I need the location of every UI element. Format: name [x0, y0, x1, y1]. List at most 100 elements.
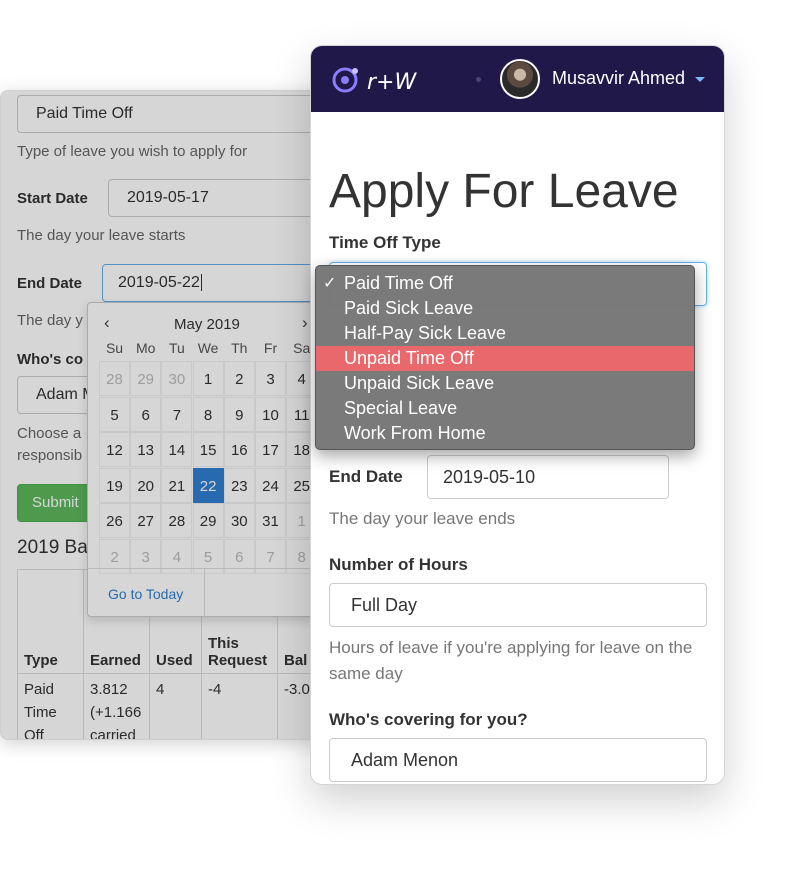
- dropdown-option[interactable]: ✓ Paid Time Off: [316, 271, 694, 296]
- table-header: Type: [17, 569, 84, 674]
- calendar-day[interactable]: 26: [99, 503, 130, 538]
- calendar-weekday: Fr: [263, 340, 278, 356]
- calendar-day[interactable]: 14: [161, 432, 193, 467]
- calendar-day[interactable]: 5: [99, 396, 130, 432]
- calendar-month-title: May 2019: [174, 316, 240, 333]
- calendar-day[interactable]: 31: [255, 503, 286, 538]
- top-navbar: r+W Musavvir Ahmed: [311, 46, 724, 112]
- calendar-day[interactable]: 28: [99, 361, 130, 396]
- calendar-weekday: Tu: [168, 340, 185, 356]
- calendar-day[interactable]: 1: [192, 361, 224, 396]
- dropdown-option[interactable]: Special Leave: [316, 396, 694, 421]
- calendar-day[interactable]: 23: [223, 467, 255, 503]
- footer-divider: [204, 569, 205, 619]
- calendar-day[interactable]: 2: [223, 361, 255, 396]
- logo-core: [341, 76, 349, 84]
- submit-button[interactable]: Submit: [17, 484, 92, 522]
- calendar-header: ‹ May 2019 ›: [88, 313, 326, 337]
- back-end-date-label: End Date: [17, 275, 83, 292]
- calendar-day[interactable]: 21: [161, 467, 193, 503]
- calendar-day[interactable]: 28: [161, 503, 193, 538]
- background-leave-form-window: Paid Time Off Type of leave you wish to …: [0, 90, 340, 740]
- logo-orbit-dot: [352, 68, 358, 74]
- back-covering-label: Who's co: [17, 351, 84, 368]
- calendar-day[interactable]: 24: [255, 467, 286, 503]
- logo-wordmark: r+W: [367, 70, 417, 95]
- calendar-day[interactable]: 8: [192, 396, 224, 432]
- date-picker-calendar: ‹ May 2019 › Su Mo Tu We Th Fr Sa 28 29 30 1 2 3 4 5 6 7…: [87, 302, 327, 619]
- dropdown-option-label: Work From Home: [344, 423, 486, 443]
- dropdown-option[interactable]: Unpaid Sick Leave: [316, 371, 694, 396]
- calendar-day[interactable]: 6: [130, 396, 162, 432]
- calendar-day[interactable]: 16: [223, 432, 255, 467]
- dropdown-option-label: Paid Time Off: [344, 273, 453, 293]
- caret-down-icon[interactable]: [695, 77, 705, 82]
- nav-separator-dot: [476, 77, 481, 82]
- text-cursor: [200, 274, 202, 291]
- calendar-day[interactable]: 3: [255, 361, 286, 396]
- calendar-day[interactable]: 19: [99, 467, 130, 503]
- calendar-footer: Go to Today: [88, 568, 326, 619]
- calendar-day[interactable]: 13: [130, 432, 162, 467]
- back-end-date-input[interactable]: 2019-05-22: [102, 264, 338, 302]
- dropdown-option[interactable]: Work From Home: [316, 421, 694, 446]
- covering-input[interactable]: Adam Menon: [329, 738, 707, 782]
- back-start-date-help: The day your leave starts: [17, 227, 186, 244]
- number-of-hours-help: Hours of leave if you're applying for le…: [329, 638, 693, 683]
- checkmark-icon: ✓: [323, 275, 337, 292]
- dropdown-option[interactable]: Half-Pay Sick Leave: [316, 321, 694, 346]
- time-off-type-dropdown-menu: ✓ Paid Time Off Paid Sick Leave Half-Pay Si…: [315, 265, 695, 450]
- back-covering-help-line2: responsib: [17, 447, 83, 464]
- dropdown-option-label: Special Leave: [344, 398, 458, 418]
- dropdown-option-label: Half-Pay Sick Leave: [344, 323, 507, 343]
- chevron-right-icon[interactable]: ›: [302, 313, 308, 333]
- number-of-hours-select[interactable]: Full Day: [329, 583, 707, 627]
- table-cell: 3.812 (+1.166 carried: [83, 673, 150, 739]
- number-of-hours-label: Number of Hours: [329, 555, 468, 574]
- chevron-left-icon[interactable]: ‹: [104, 313, 110, 333]
- page-title: Apply For Leave: [329, 165, 679, 218]
- back-leave-type-help: Type of leave you wish to apply for: [17, 143, 248, 160]
- calendar-weekday: Su: [105, 340, 124, 356]
- time-off-type-label: Time Off Type: [329, 233, 441, 252]
- table-cell: 4: [149, 673, 202, 739]
- calendar-day[interactable]: 7: [161, 396, 193, 432]
- calendar-day[interactable]: 30: [161, 361, 193, 396]
- calendar-day[interactable]: 10: [255, 396, 286, 432]
- end-date-help: The day your leave ends: [329, 509, 516, 528]
- table-cell: Paid Time Off: [17, 673, 84, 739]
- calendar-day[interactable]: 20: [130, 467, 162, 503]
- calendar-day[interactable]: 30: [223, 503, 255, 538]
- user-name[interactable]: Musavvir Ahmed: [552, 68, 685, 89]
- calendar-day[interactable]: 22: [192, 467, 224, 503]
- calendar-weekday: We: [197, 340, 219, 356]
- back-leave-type-select[interactable]: Paid Time Off: [17, 95, 337, 133]
- dropdown-option-label: Paid Sick Leave: [344, 298, 474, 318]
- avatar[interactable]: [500, 59, 540, 99]
- covering-label: Who's covering for you?: [329, 710, 528, 729]
- dropdown-option-label: Unpaid Time Off: [344, 348, 474, 368]
- calendar-day[interactable]: 15: [192, 432, 224, 467]
- calendar-weekday: Th: [231, 340, 248, 356]
- go-to-today-link[interactable]: Go to Today: [108, 586, 183, 602]
- table-row: Paid Time Off 3.812 (+1.166 carried 4 -4…: [17, 673, 338, 739]
- calendar-day[interactable]: 12: [99, 432, 130, 467]
- dropdown-option-label: Unpaid Sick Leave: [344, 373, 495, 393]
- back-start-date-input[interactable]: 2019-05-17: [108, 179, 338, 217]
- app-logo[interactable]: r+W: [331, 64, 427, 96]
- calendar-day[interactable]: 29: [130, 361, 162, 396]
- back-start-date-label: Start Date: [17, 190, 88, 207]
- back-end-date-value: 2019-05-22: [118, 274, 200, 291]
- dropdown-option[interactable]: Unpaid Time Off: [316, 346, 694, 371]
- back-end-date-help: The day y: [17, 312, 83, 329]
- dropdown-option[interactable]: Paid Sick Leave: [316, 296, 694, 321]
- end-date-input[interactable]: 2019-05-10: [427, 455, 669, 499]
- calendar-weekday: Mo: [135, 340, 156, 356]
- table-cell: -4: [201, 673, 278, 739]
- calendar-day[interactable]: 9: [223, 396, 255, 432]
- calendar-day[interactable]: 17: [255, 432, 286, 467]
- back-covering-help-line1: Choose a: [17, 425, 82, 442]
- end-date-label: End Date: [329, 467, 403, 486]
- calendar-day[interactable]: 29: [192, 503, 224, 538]
- calendar-day[interactable]: 27: [130, 503, 162, 538]
